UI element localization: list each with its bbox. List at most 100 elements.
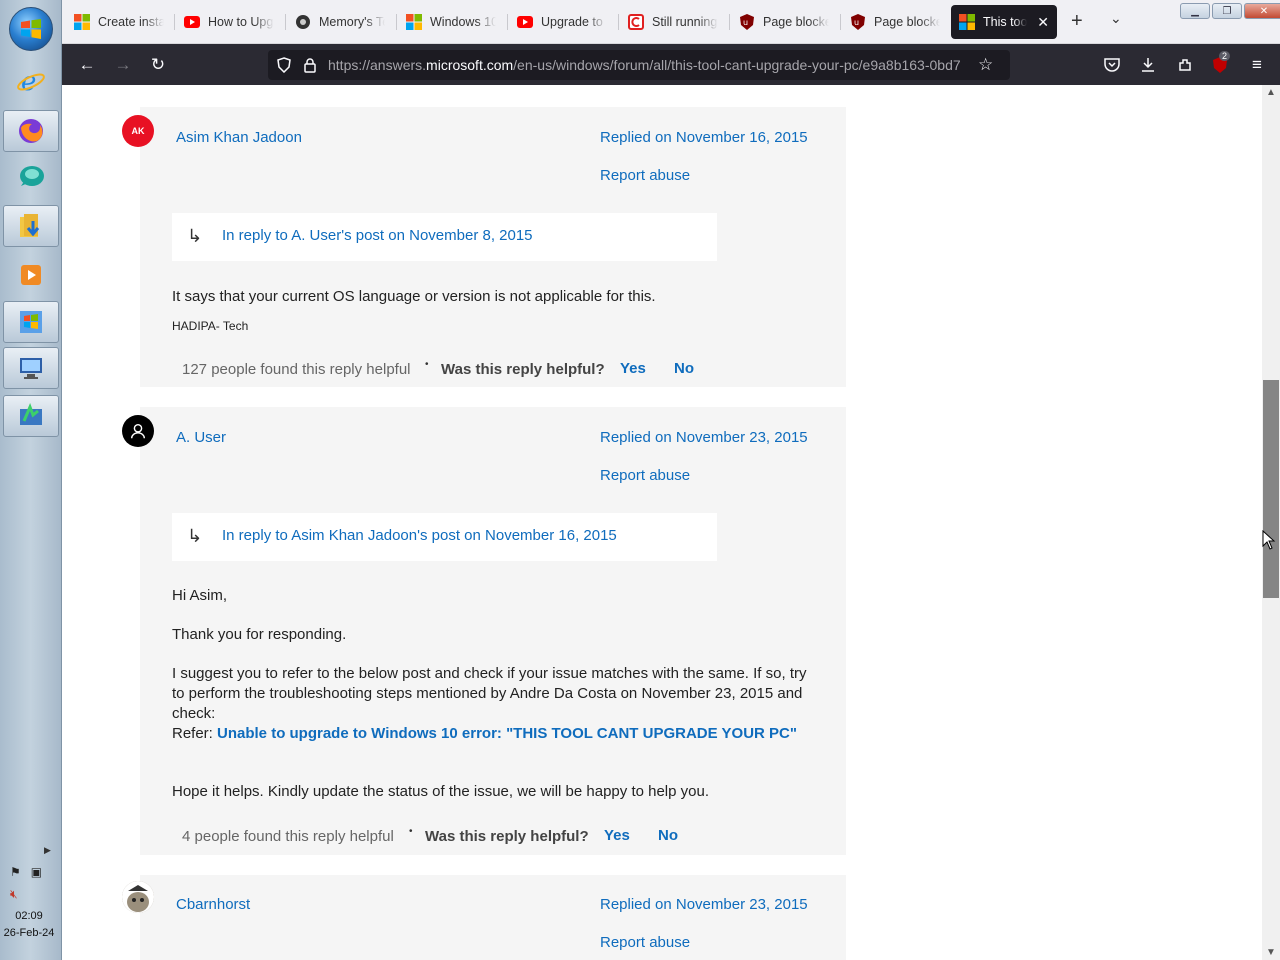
- list-all-tabs-chevron-icon[interactable]: ⌄: [1110, 10, 1122, 27]
- separator-dot: •: [425, 359, 429, 370]
- windows-update-icon[interactable]: [3, 301, 59, 343]
- scrollbar-thumb[interactable]: [1263, 380, 1279, 598]
- c-logo-icon: [628, 14, 644, 30]
- tab-create-install[interactable]: Create install: [66, 5, 172, 39]
- report-abuse-link[interactable]: Report abuse: [600, 167, 690, 184]
- media-player-icon[interactable]: [3, 254, 59, 296]
- action-center-flag-icon[interactable]: ⚑: [10, 865, 21, 879]
- file-explorer-icon[interactable]: [3, 205, 59, 247]
- forward-arrow-icon[interactable]: →: [112, 54, 134, 76]
- refer-link[interactable]: Unable to upgrade to Windows 10 error: "…: [217, 725, 797, 742]
- tab-how-to-upgrade[interactable]: How to Upgr: [176, 5, 282, 39]
- clock-date[interactable]: 26-Feb-24: [0, 927, 58, 939]
- minimize-window-button[interactable]: ▁: [1180, 3, 1210, 19]
- svg-text:u: u: [854, 18, 859, 27]
- tab-this-tool-active[interactable]: This tool c ✕: [951, 5, 1057, 39]
- url-bar[interactable]: https://answers.microsoft.com/en-us/wind…: [268, 50, 1010, 80]
- report-abuse-link[interactable]: Report abuse: [600, 467, 690, 484]
- tab-upgrade-to[interactable]: Upgrade to: [509, 5, 615, 39]
- avatar[interactable]: [122, 881, 154, 913]
- close-tab-icon[interactable]: ✕: [1037, 14, 1049, 31]
- browser-nav-bar: ← → ↻ https://answers.microsoft.com/en-u…: [62, 44, 1280, 85]
- in-reply-to-box[interactable]: ↳ In reply to Asim Khan Jadoon's post on…: [172, 513, 717, 561]
- chat-app-icon[interactable]: [3, 156, 59, 198]
- report-abuse-link[interactable]: Report abuse: [600, 934, 690, 951]
- reply-greeting: Hi Asim,: [172, 587, 228, 604]
- tab-label: This tool c: [983, 15, 1028, 29]
- avatar[interactable]: [122, 415, 154, 447]
- helpful-yes-button[interactable]: Yes: [604, 827, 630, 844]
- helpful-count: 127 people found this reply helpful: [182, 361, 411, 378]
- network-icon[interactable]: ▣: [31, 865, 42, 879]
- app-menu-hamburger-icon[interactable]: ≡: [1246, 54, 1268, 76]
- reload-icon[interactable]: ↻: [147, 54, 169, 76]
- network-tool-icon[interactable]: [3, 395, 59, 437]
- tab-memorys-tech[interactable]: Memory's Te: [287, 5, 393, 39]
- tab-windows-10[interactable]: Windows 10:: [398, 5, 504, 39]
- system-tray: ▶ ⚑ ▣ 🔇︎ 02:09 26-Feb-24: [0, 845, 62, 960]
- show-hidden-icons-icon[interactable]: ▶: [44, 845, 51, 856]
- helpful-no-button[interactable]: No: [674, 360, 694, 377]
- reply-thanks: Thank you for responding.: [172, 626, 347, 643]
- tab-label: How to Upgr: [208, 15, 274, 29]
- lock-icon[interactable]: [302, 57, 318, 73]
- tab-page-blocked-1[interactable]: u Page blocker: [731, 5, 837, 39]
- extension-badge-count: 2: [1219, 51, 1231, 61]
- reply-body: It says that your current OS language or…: [172, 288, 656, 305]
- windows-logo-icon: [74, 14, 90, 30]
- reply-date: Replied on November 23, 2015: [600, 896, 808, 913]
- pocket-icon[interactable]: [1101, 54, 1123, 76]
- page-content: AK Asim Khan Jadoon Replied on November …: [62, 85, 1262, 960]
- reply-arrow-icon: ↳: [187, 226, 203, 246]
- tab-label: Create install: [98, 15, 164, 29]
- reply-suggestion: I suggest you to refer to the below post…: [172, 665, 807, 722]
- helpful-no-button[interactable]: No: [658, 827, 678, 844]
- windows-flag-icon: [21, 19, 41, 39]
- memory-site-icon: [296, 15, 310, 29]
- author-name[interactable]: Cbarnhorst: [176, 896, 250, 913]
- tab-label: Memory's Te: [319, 15, 385, 29]
- internet-explorer-icon[interactable]: e: [3, 60, 59, 102]
- tab-page-blocked-2[interactable]: u Page blocker: [842, 5, 948, 39]
- signature: HADIPA- Tech: [172, 319, 249, 333]
- cat-avatar-icon: [122, 881, 154, 913]
- firefox-taskbar-icon[interactable]: [3, 110, 59, 152]
- scroll-up-arrow-icon[interactable]: ▲: [1266, 87, 1276, 98]
- separator-dot: •: [409, 826, 413, 837]
- restore-window-button[interactable]: ❐: [1212, 3, 1242, 19]
- windows-logo-icon: [406, 14, 422, 30]
- reply-refer-line: Refer: Unable to upgrade to Windows 10 e…: [172, 725, 797, 742]
- tab-label: Upgrade to: [541, 15, 603, 29]
- in-reply-to-link[interactable]: In reply to A. User's post on November 8…: [222, 227, 533, 244]
- windows-taskbar: e ▶ ⚑ ▣ 🔇︎ 02:09 26-Feb-24: [0, 0, 62, 960]
- clock-time[interactable]: 02:09: [0, 910, 58, 922]
- start-button[interactable]: [9, 7, 53, 51]
- tab-still-running[interactable]: Still running: [620, 5, 726, 39]
- reply-date: Replied on November 23, 2015: [600, 429, 808, 446]
- in-reply-to-link[interactable]: In reply to Asim Khan Jadoon's post on N…: [222, 527, 617, 544]
- tab-label: Windows 10:: [430, 15, 496, 29]
- extensions-puzzle-icon[interactable]: [1174, 54, 1196, 76]
- youtube-icon: [517, 16, 533, 28]
- downloads-icon[interactable]: [1137, 54, 1159, 76]
- volume-muted-icon[interactable]: 🔇︎: [10, 887, 18, 902]
- new-tab-plus-icon[interactable]: +: [1071, 10, 1083, 33]
- remote-desktop-icon[interactable]: [3, 347, 59, 389]
- helpful-yes-button[interactable]: Yes: [620, 360, 646, 377]
- bookmark-star-icon[interactable]: ☆: [978, 55, 993, 75]
- tab-label: Page blocker: [763, 15, 829, 29]
- url-text[interactable]: https://answers.microsoft.com/en-us/wind…: [328, 57, 968, 73]
- in-reply-to-box[interactable]: ↳ In reply to A. User's post on November…: [172, 213, 717, 261]
- tracking-protection-shield-icon[interactable]: [276, 57, 292, 73]
- scroll-down-arrow-icon[interactable]: ▼: [1266, 947, 1276, 958]
- svg-text:u: u: [743, 18, 748, 27]
- author-name[interactable]: Asim Khan Jadoon: [176, 129, 302, 146]
- ublock-icon: u: [740, 14, 754, 30]
- tab-label: Still running: [652, 15, 718, 29]
- avatar[interactable]: AK: [122, 115, 154, 147]
- close-window-button[interactable]: ✕: [1244, 3, 1280, 19]
- author-name[interactable]: A. User: [176, 429, 226, 446]
- back-arrow-icon[interactable]: ←: [76, 54, 98, 76]
- windows-logo-icon: [959, 14, 975, 30]
- page-scrollbar[interactable]: ▲ ▼: [1262, 85, 1280, 960]
